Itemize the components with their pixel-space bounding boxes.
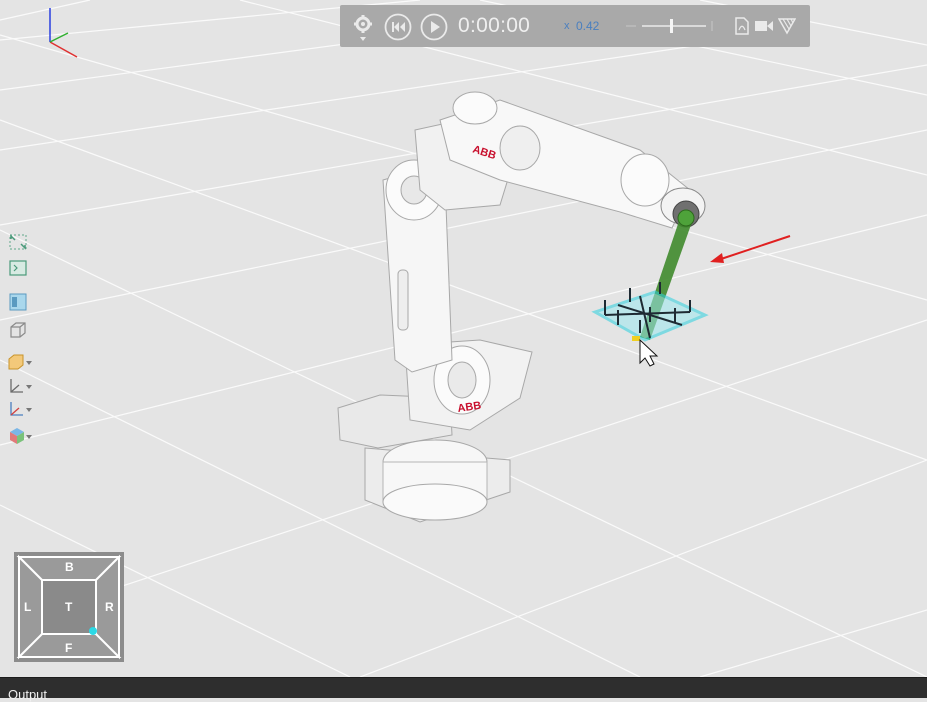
gear-icon[interactable] bbox=[352, 14, 374, 41]
cube-color-icon[interactable] bbox=[7, 426, 37, 448]
output-panel-title: Output bbox=[8, 687, 48, 702]
view-cube-back-label[interactable]: B bbox=[65, 560, 74, 574]
rewind-icon[interactable] bbox=[384, 13, 412, 41]
speed-multiplier-label: x bbox=[564, 20, 570, 32]
view-quick-toolbar bbox=[3, 228, 39, 454]
view-cube-left-label[interactable]: L bbox=[24, 600, 31, 614]
scene-canvas[interactable]: ABB ABB bbox=[0, 0, 927, 677]
mouse-cursor-icon bbox=[639, 338, 659, 367]
zoom-extents-icon[interactable] bbox=[7, 232, 37, 254]
axes-icon[interactable] bbox=[7, 376, 37, 398]
view-cube-top-label[interactable]: T bbox=[65, 600, 72, 614]
play-icon[interactable] bbox=[420, 13, 448, 41]
3d-viewport[interactable]: ABB ABB 0:00:00 x 0.42 B F L R T bbox=[0, 0, 927, 677]
wireframe-box-icon[interactable] bbox=[7, 320, 37, 342]
time-display: 0:00:00 bbox=[458, 14, 531, 37]
frames-icon[interactable] bbox=[7, 399, 37, 421]
speed-value: 0.42 bbox=[576, 19, 600, 33]
web-export-icon[interactable] bbox=[777, 17, 797, 35]
view-cube-right-label[interactable]: R bbox=[105, 600, 114, 614]
gripper-target-object[interactable] bbox=[591, 282, 709, 342]
pdf-icon[interactable] bbox=[734, 17, 750, 35]
view-cube-front-label[interactable]: F bbox=[65, 641, 72, 655]
video-camera-icon[interactable] bbox=[754, 19, 774, 33]
shaded-box-icon[interactable] bbox=[7, 352, 37, 374]
fit-selection-icon[interactable] bbox=[7, 258, 37, 280]
output-panel-header[interactable]: Output bbox=[0, 677, 927, 702]
speed-slider[interactable] bbox=[626, 18, 722, 34]
playback-toolbar: 0:00:00 x 0.42 bbox=[340, 5, 810, 47]
view-cube[interactable]: B F L R T bbox=[14, 552, 124, 662]
view-panel-icon[interactable] bbox=[7, 292, 37, 314]
